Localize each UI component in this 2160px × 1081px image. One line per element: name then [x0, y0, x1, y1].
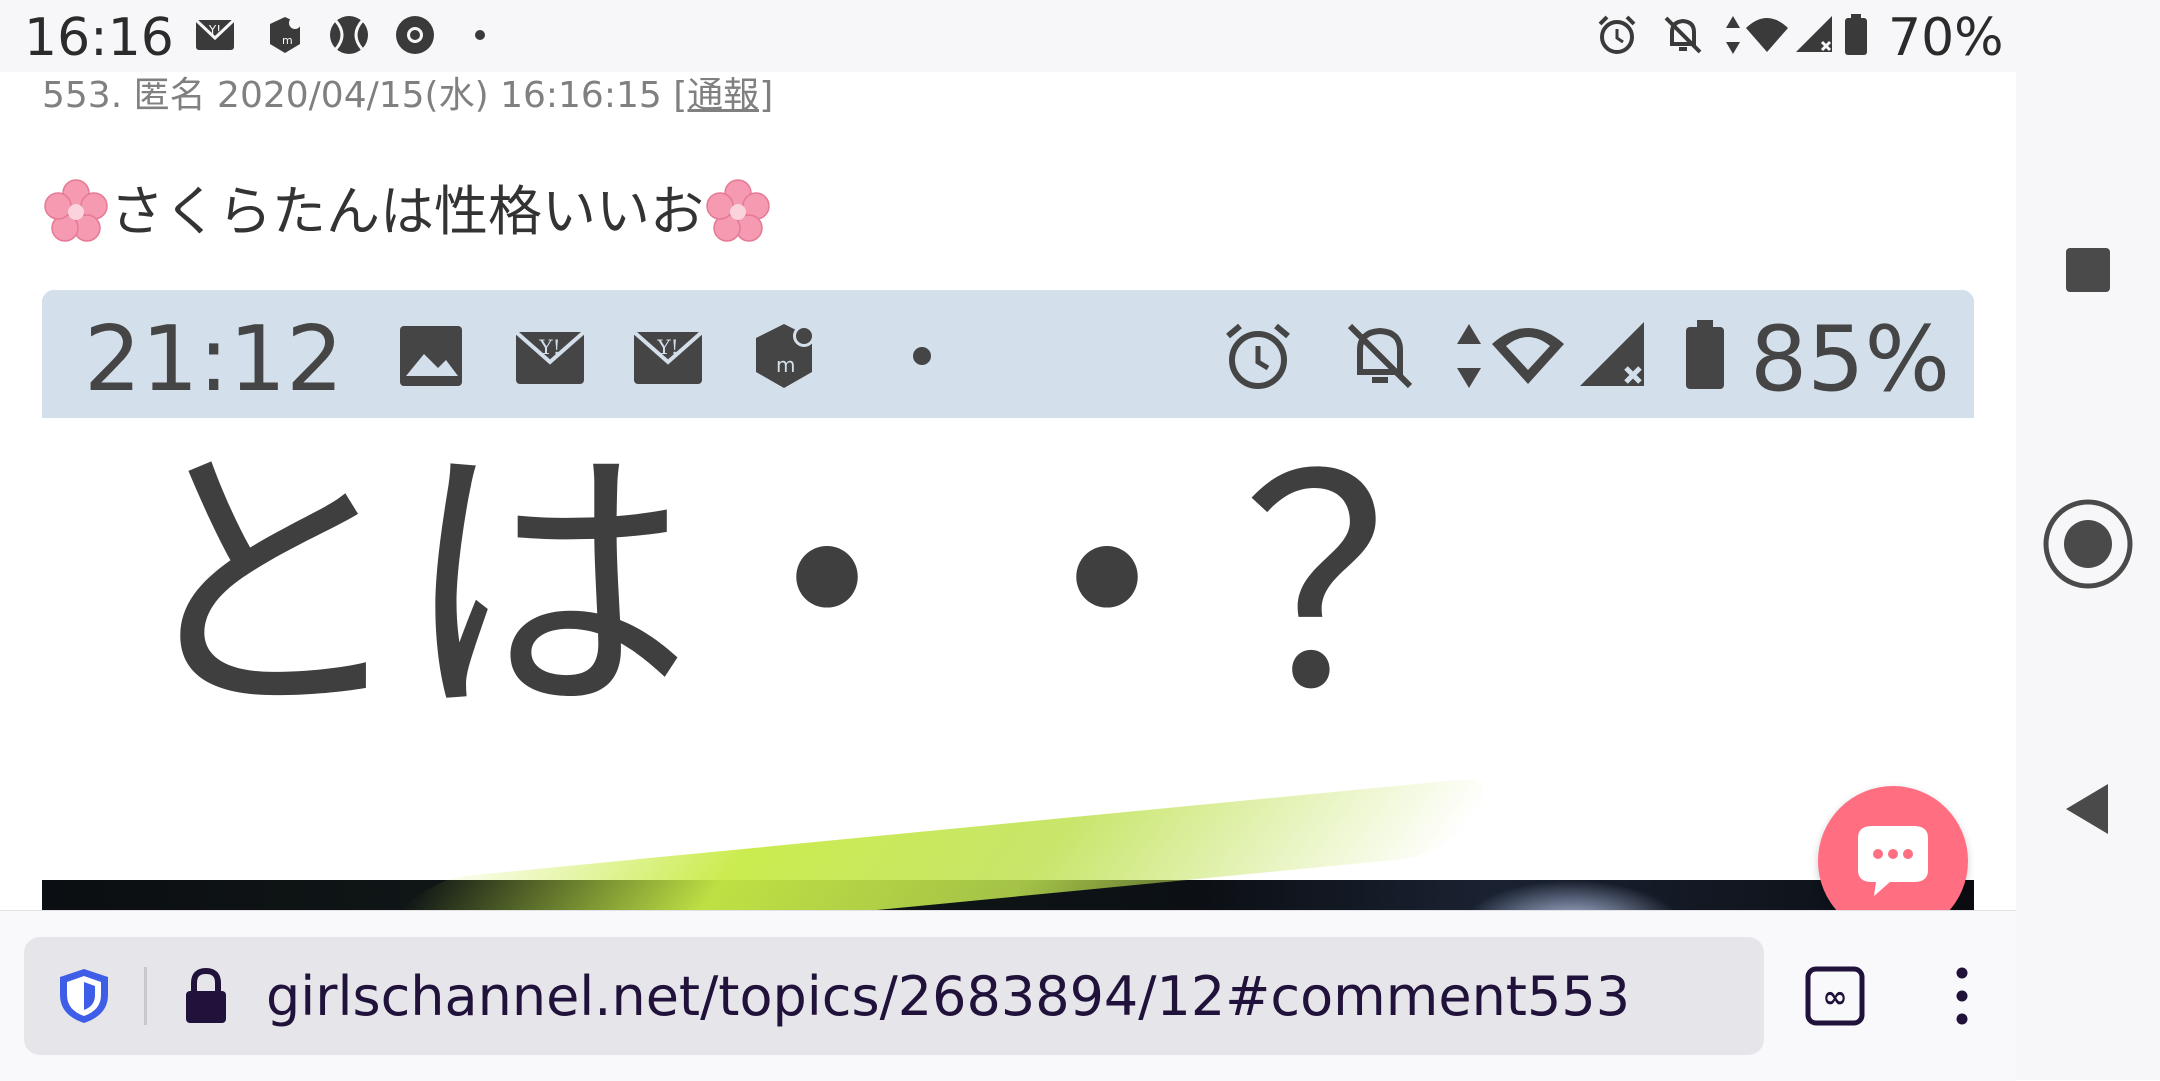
yahoo-mail-icon: Y!	[514, 330, 586, 384]
more-menu-icon[interactable]	[1942, 963, 1982, 1029]
notifications-off-icon	[1347, 323, 1413, 389]
notifications-off-icon	[1664, 16, 1702, 54]
mercari-icon: m	[270, 17, 301, 53]
embedded-caption: とは・・？	[122, 419, 1532, 756]
comment-text: さくらたんは性格いいお	[110, 180, 704, 243]
cherry-blossom-icon	[44, 179, 108, 242]
status-bar: 16:16 Y! m 70%	[0, 0, 2016, 72]
web-content[interactable]: 553. 匿名 2020/04/15(水) 16:16:15 [通報] さくらた…	[0, 72, 2016, 910]
tennis-ball-icon	[330, 16, 368, 54]
comment-image[interactable]: 21:12 Y! Y! m 85% とは・・？	[42, 290, 1974, 910]
alarm-icon	[1598, 15, 1636, 54]
recents-button-icon[interactable]	[2064, 246, 2112, 294]
home-button-icon[interactable]	[2040, 496, 2136, 592]
status-time: 16:16	[24, 8, 174, 68]
data-arrows-icon	[1726, 16, 1740, 54]
mercari-icon: m	[756, 324, 815, 388]
chat-button[interactable]	[1818, 786, 1968, 910]
system-navigation	[2016, 0, 2160, 1080]
photo-glare	[1462, 880, 1682, 910]
comment-body: さくらたんは性格いいお	[42, 174, 772, 250]
back-button-icon[interactable]	[2062, 782, 2112, 836]
wifi-icon	[1746, 18, 1788, 52]
svg-text:Y!: Y!	[656, 335, 678, 359]
comment-meta: 553. 匿名 2020/04/15(水) 16:16:15 [通報]	[42, 72, 773, 120]
url-bar[interactable]: girlschannel.net/topics/2683894/12#comme…	[24, 937, 1764, 1055]
dot-icon	[475, 30, 485, 40]
svg-text:m: m	[282, 34, 293, 47]
svg-text:Y!: Y!	[538, 335, 560, 359]
lock-icon[interactable]	[182, 967, 230, 1025]
browser-toolbar: girlschannel.net/topics/2683894/12#comme…	[0, 910, 2016, 1081]
url-text[interactable]: girlschannel.net/topics/2683894/12#comme…	[266, 967, 1630, 1027]
shield-icon[interactable]	[54, 965, 114, 1027]
battery-icon	[1686, 320, 1724, 389]
svg-text:∞: ∞	[1823, 980, 1848, 1015]
yahoo-mail-icon: Y!	[194, 18, 236, 50]
chrome-icon	[396, 16, 434, 54]
embedded-status-bar: 21:12 Y! Y! m 85%	[42, 290, 1974, 418]
report-link[interactable]: [通報]	[673, 75, 773, 116]
photo-highlight	[363, 775, 1505, 910]
battery-icon	[1845, 14, 1867, 55]
image-icon	[400, 326, 462, 386]
svg-text:m: m	[776, 353, 795, 377]
alarm-icon	[1226, 323, 1290, 389]
battery-percent: 70%	[1888, 8, 2004, 68]
embedded-battery-percent: 85%	[1750, 307, 1951, 412]
comment-meta-text: 553. 匿名 2020/04/15(水) 16:16:15	[42, 75, 662, 116]
dot-icon	[913, 347, 931, 365]
embedded-photo	[42, 775, 1974, 910]
url-divider	[144, 967, 147, 1025]
cherry-blossom-icon	[706, 179, 770, 242]
wifi-icon	[1492, 328, 1564, 384]
tabs-icon[interactable]: ∞	[1804, 965, 1866, 1027]
data-arrows-icon	[1457, 324, 1481, 388]
svg-text:Y!: Y!	[208, 23, 221, 37]
signal-icon	[1580, 322, 1644, 386]
embedded-time: 21:12	[84, 307, 344, 412]
signal-icon	[1796, 16, 1832, 52]
chat-bubble-icon	[1858, 826, 1928, 896]
yahoo-mail-icon: Y!	[632, 330, 704, 384]
